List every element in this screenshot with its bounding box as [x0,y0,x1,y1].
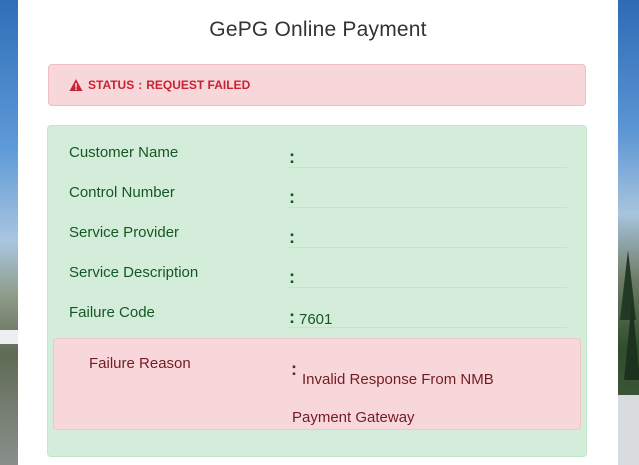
detail-separator: : [289,187,295,207]
detail-row-service-provider: Service Provider : [69,208,567,248]
background-snow [0,330,18,344]
payment-details-panel: Customer Name : Control Number : Service… [47,125,587,457]
detail-value-cell: : [289,208,567,248]
status-alert: STATUS : REQUEST FAILED [48,64,586,106]
detail-row-failure-code: Failure Code : 7601 [69,288,567,328]
detail-label: Service Provider [69,224,180,241]
detail-separator: : [289,227,295,247]
status-label: STATUS [88,78,135,92]
failure-reason-value: Invalid Response From NMB Payment Gatewa… [292,371,494,426]
failure-reason-alert: Failure Reason : Invalid Response From N… [53,338,581,430]
detail-row-service-description: Service Description : [69,248,567,288]
detail-separator: : [289,147,295,167]
detail-label: Customer Name [69,144,179,161]
detail-separator: : [289,267,295,287]
failure-reason-label: Failure Reason [89,355,191,372]
detail-label: Control Number [69,184,175,201]
detail-value-cell: : [289,128,567,168]
background-tree [624,300,639,380]
detail-label: Service Description [69,264,199,281]
background-scenery-right [618,0,639,465]
detail-value-cell: : [289,248,567,288]
detail-row-customer-name: Customer Name : [69,128,567,168]
status-value: REQUEST FAILED [146,78,251,92]
page-title: GePG Online Payment [209,18,427,41]
background-scenery-left [0,0,18,465]
detail-label: Failure Code [69,304,155,321]
warning-triangle-icon [69,78,83,92]
status-separator: : [138,78,143,92]
detail-row-control-number: Control Number : [69,168,567,208]
detail-separator: : [289,307,295,327]
payment-card: GePG Online Payment STATUS : REQUEST FAI… [18,0,618,465]
detail-value-cell: : [289,168,567,208]
background-rock [618,395,639,465]
detail-value-cell: : 7601 [289,288,567,328]
failure-code-value: 7601 [299,311,333,328]
